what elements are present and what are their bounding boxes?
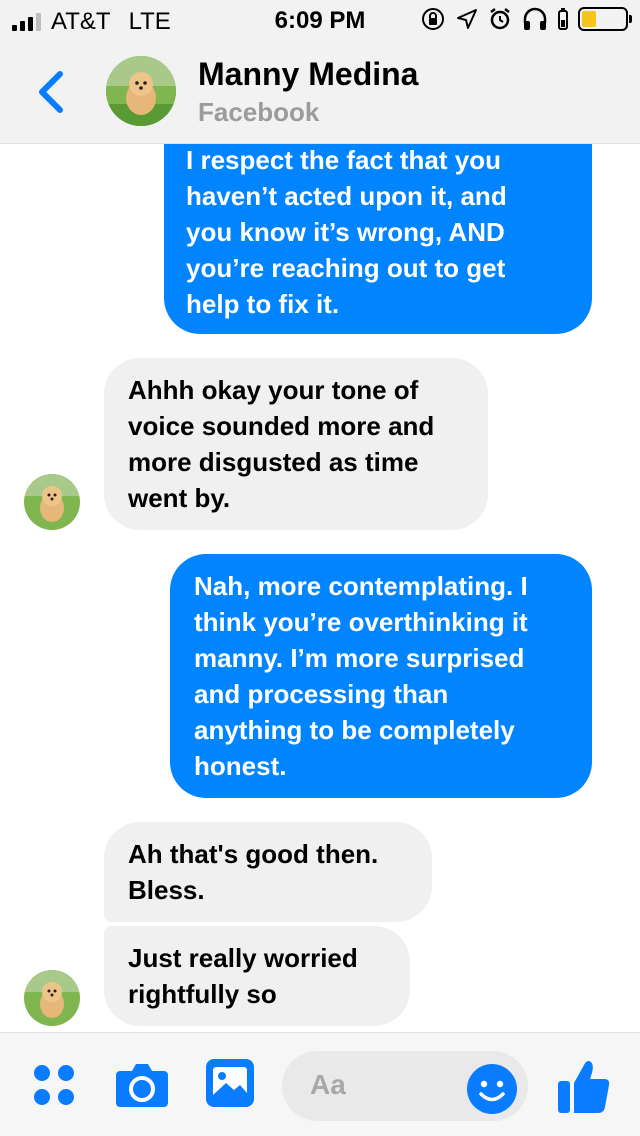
message-input-placeholder: Aa xyxy=(310,1069,346,1100)
alarm-icon xyxy=(488,7,512,31)
message-line: Just really worried xyxy=(128,943,358,973)
like-button[interactable] xyxy=(556,1057,612,1115)
headphones-icon xyxy=(522,7,548,31)
message-line: I respect the fact that you xyxy=(186,145,501,175)
message-line: think you’re overthinking it xyxy=(194,607,528,637)
gallery-icon xyxy=(206,1059,254,1107)
incoming-message[interactable]: Ah that's good then. Bless. xyxy=(104,822,432,922)
message-line: Ahhh okay your tone of xyxy=(128,375,419,405)
message-line: and processing than xyxy=(194,679,449,709)
conversation-header: AT&T LTE 6:09 PM Manny Medina Facebook xyxy=(0,0,640,144)
message-line: manny. I’m more surprised xyxy=(194,643,525,673)
headphone-battery-icon xyxy=(558,8,568,30)
camera-button[interactable] xyxy=(114,1059,170,1111)
contact-name[interactable]: Manny Medina xyxy=(198,56,418,93)
message-line: honest. xyxy=(194,751,287,781)
emoji-icon xyxy=(467,1064,517,1114)
camera-icon xyxy=(116,1064,168,1107)
chevron-left-icon xyxy=(39,71,63,113)
apps-icon xyxy=(34,1065,74,1105)
message-line: you’re reaching out to get xyxy=(186,253,506,283)
incoming-message[interactable]: Ahhh okay your tone of voice sounded mor… xyxy=(104,358,488,530)
message-line: haven’t acted upon it, and xyxy=(186,181,507,211)
message-line: help to fix it. xyxy=(186,289,340,319)
contact-source: Facebook xyxy=(198,97,320,127)
apps-button[interactable] xyxy=(30,1061,78,1109)
message-line: more disgusted as time xyxy=(128,447,419,477)
gallery-button[interactable] xyxy=(204,1057,256,1109)
outgoing-message[interactable]: I respect the fact that you haven’t acte… xyxy=(164,120,592,334)
battery-icon xyxy=(578,7,632,31)
location-icon xyxy=(456,8,478,30)
message-line: voice sounded more and xyxy=(128,411,435,441)
status-bar: AT&T LTE 6:09 PM xyxy=(0,0,640,40)
sender-avatar[interactable] xyxy=(24,970,80,1026)
emoji-button[interactable] xyxy=(466,1063,518,1115)
back-button[interactable] xyxy=(30,66,70,118)
sender-avatar[interactable] xyxy=(24,474,80,530)
message-line: Bless. xyxy=(128,875,205,905)
message-line: anything to be completely xyxy=(194,715,515,745)
incoming-message[interactable]: Just really worried rightfully so xyxy=(104,926,410,1026)
contact-avatar[interactable] xyxy=(106,56,176,126)
message-line: you know it’s wrong, AND xyxy=(186,217,505,247)
message-line: rightfully so xyxy=(128,979,277,1009)
status-right xyxy=(420,6,632,32)
message-line: Ah that's good then. xyxy=(128,839,379,869)
outgoing-message[interactable]: Nah, more contemplating. I think you’re … xyxy=(170,554,592,798)
composer-toolbar: Aa xyxy=(0,1032,640,1136)
message-line: went by. xyxy=(128,483,231,513)
message-line: Nah, more contemplating. I xyxy=(194,571,528,601)
thumbs-up-icon xyxy=(558,1061,610,1113)
rotation-lock-icon xyxy=(420,6,446,32)
